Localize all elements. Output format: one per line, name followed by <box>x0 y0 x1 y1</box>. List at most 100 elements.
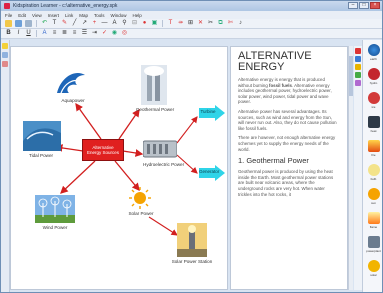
doc-paragraph-2: Alternative power has several advantages… <box>238 108 337 131</box>
toolbar-separator <box>162 20 163 27</box>
open-icon[interactable] <box>15 20 22 27</box>
node-label-aquapower: Aquapower <box>61 98 85 103</box>
library-item[interactable]: solar <box>363 256 382 280</box>
record-icon[interactable]: ● <box>141 20 148 27</box>
font-icon[interactable]: A <box>111 20 118 27</box>
grid-icon[interactable]: ⊞ <box>187 20 194 27</box>
side-tools <box>354 46 362 290</box>
delete-icon[interactable]: ✕ <box>197 20 204 27</box>
concept-map-canvas[interactable]: Aquapower Geothermal Power Tidal Power A… <box>10 46 228 290</box>
pencil-icon[interactable]: ✎ <box>61 20 68 27</box>
zoom-icon[interactable] <box>2 52 8 58</box>
copy-icon[interactable]: ⧉ <box>217 20 224 27</box>
indent-icon[interactable]: ⇥ <box>91 30 98 37</box>
check-icon[interactable] <box>355 72 361 78</box>
library-label: powerplant <box>366 248 381 253</box>
library-item[interactable]: fire <box>363 136 382 160</box>
tidal-wave-icon[interactable] <box>23 121 61 151</box>
geothermal-plant-icon[interactable] <box>141 65 167 105</box>
generator-arrow[interactable]: Generator <box>199 165 225 181</box>
list-icon[interactable]: ☰ <box>81 30 88 37</box>
library-label: fire <box>371 152 376 157</box>
main-toolbar: ↶ T ✎ ╱ ↗ + — A ⚲ ⊟ ● ▣ T ⇸ ⊞ ✕ ✂ ⧉ ✄ ♪ <box>1 19 382 29</box>
generator-label: Generator <box>199 169 220 174</box>
pin-icon[interactable] <box>355 48 361 54</box>
connector-icon[interactable]: ⇸ <box>177 20 184 27</box>
note-icon[interactable]: ⊟ <box>131 20 138 27</box>
toolbar-separator <box>36 20 37 27</box>
menu-window[interactable]: Window <box>111 13 127 18</box>
font-color-icon[interactable]: A <box>41 30 48 37</box>
tag-icon[interactable] <box>355 80 361 86</box>
undo-icon[interactable]: ↶ <box>41 20 48 27</box>
library-item[interactable]: heat <box>363 112 382 136</box>
underline-icon[interactable]: U <box>25 30 32 37</box>
arrow-icon[interactable]: ↗ <box>81 20 88 27</box>
menu-help[interactable]: Help <box>133 13 142 18</box>
bulb-icon <box>367 163 380 176</box>
color-icon[interactable] <box>2 61 8 67</box>
close-button[interactable]: × <box>370 2 380 9</box>
solar-station-icon[interactable] <box>177 223 207 257</box>
library-item[interactable]: flame <box>363 208 382 232</box>
menu-file[interactable]: File <box>5 13 12 18</box>
link-icon[interactable]: ⚲ <box>121 20 128 27</box>
align-right-icon[interactable]: ≡ <box>71 30 78 37</box>
node-label-solar-station: Solar Power Station <box>171 259 213 264</box>
hydroelectric-turbine-icon[interactable] <box>143 137 177 161</box>
library-item[interactable]: earth <box>363 40 382 64</box>
left-tool-strip <box>1 40 10 292</box>
minus-icon[interactable]: — <box>101 20 108 27</box>
save-icon[interactable] <box>5 20 12 27</box>
library-item[interactable]: powerplant <box>363 232 382 256</box>
library-item[interactable]: bulb <box>363 160 382 184</box>
format-toolbar: B I U A ≡ ≣ ≡ ☰ ⇥ ✓ ◉ ◎ <box>1 29 382 39</box>
paste-icon[interactable]: ✄ <box>227 20 234 27</box>
symbol-icon[interactable]: T <box>167 20 174 27</box>
fire-icon <box>367 139 380 152</box>
scrollbar-thumb[interactable] <box>349 56 353 96</box>
bold-icon[interactable]: B <box>5 30 12 37</box>
wave-icon[interactable] <box>55 67 89 97</box>
library-item[interactable]: sun <box>363 184 382 208</box>
menu-tools[interactable]: Tools <box>94 13 105 18</box>
library-label: earth <box>370 56 377 61</box>
node-label-geothermal: Geothermal Power <box>135 107 175 112</box>
align-center-icon[interactable]: ≣ <box>61 30 68 37</box>
turbine-arrow[interactable]: Turbine <box>199 105 225 121</box>
globe-icon[interactable]: ◉ <box>111 30 118 37</box>
notes-document[interactable]: ALTERNATIVE ENERGY Alternative energy is… <box>230 46 348 290</box>
pointer-icon[interactable] <box>2 43 8 49</box>
central-topic-node[interactable]: Alternative Energy Sources <box>82 139 124 161</box>
maximize-button[interactable]: □ <box>359 2 369 9</box>
node-label-hydroelectric: Hydroelectric Power <box>143 162 185 167</box>
menu-view[interactable]: View <box>32 13 42 18</box>
library-item[interactable]: ice <box>363 88 382 112</box>
info-icon[interactable] <box>355 56 361 62</box>
align-left-icon[interactable]: ≡ <box>51 30 58 37</box>
star-icon[interactable] <box>355 64 361 70</box>
wind-turbines-icon[interactable] <box>35 195 75 223</box>
sun-icon[interactable] <box>129 187 151 209</box>
menu-edit[interactable]: Edit <box>18 13 26 18</box>
image-icon[interactable]: ▣ <box>151 20 158 27</box>
italic-icon[interactable]: I <box>15 30 22 37</box>
symbol-library: earth hydro ice heat fire bulb sun flame… <box>362 40 382 292</box>
sound-icon[interactable]: ♪ <box>237 20 244 27</box>
menu-insert[interactable]: Insert <box>48 13 59 18</box>
menu-map[interactable]: Map <box>79 13 88 18</box>
plus-icon[interactable]: + <box>91 20 98 27</box>
print-icon[interactable] <box>25 20 32 27</box>
minimize-button[interactable]: – <box>348 2 358 9</box>
library-item[interactable]: hydro <box>363 64 382 88</box>
spell-icon[interactable]: ✓ <box>101 30 108 37</box>
menu-link[interactable]: Link <box>65 13 73 18</box>
scissors-icon[interactable]: ✂ <box>207 20 214 27</box>
target-icon[interactable]: ◎ <box>121 30 128 37</box>
power-plant-icon <box>367 235 380 248</box>
node-label-tidal: Tidal Power <box>28 153 54 158</box>
atom-icon <box>367 91 380 104</box>
line-icon[interactable]: ╱ <box>71 20 78 27</box>
doc-scrollbar[interactable] <box>348 46 353 290</box>
text-icon[interactable]: T <box>51 20 58 27</box>
